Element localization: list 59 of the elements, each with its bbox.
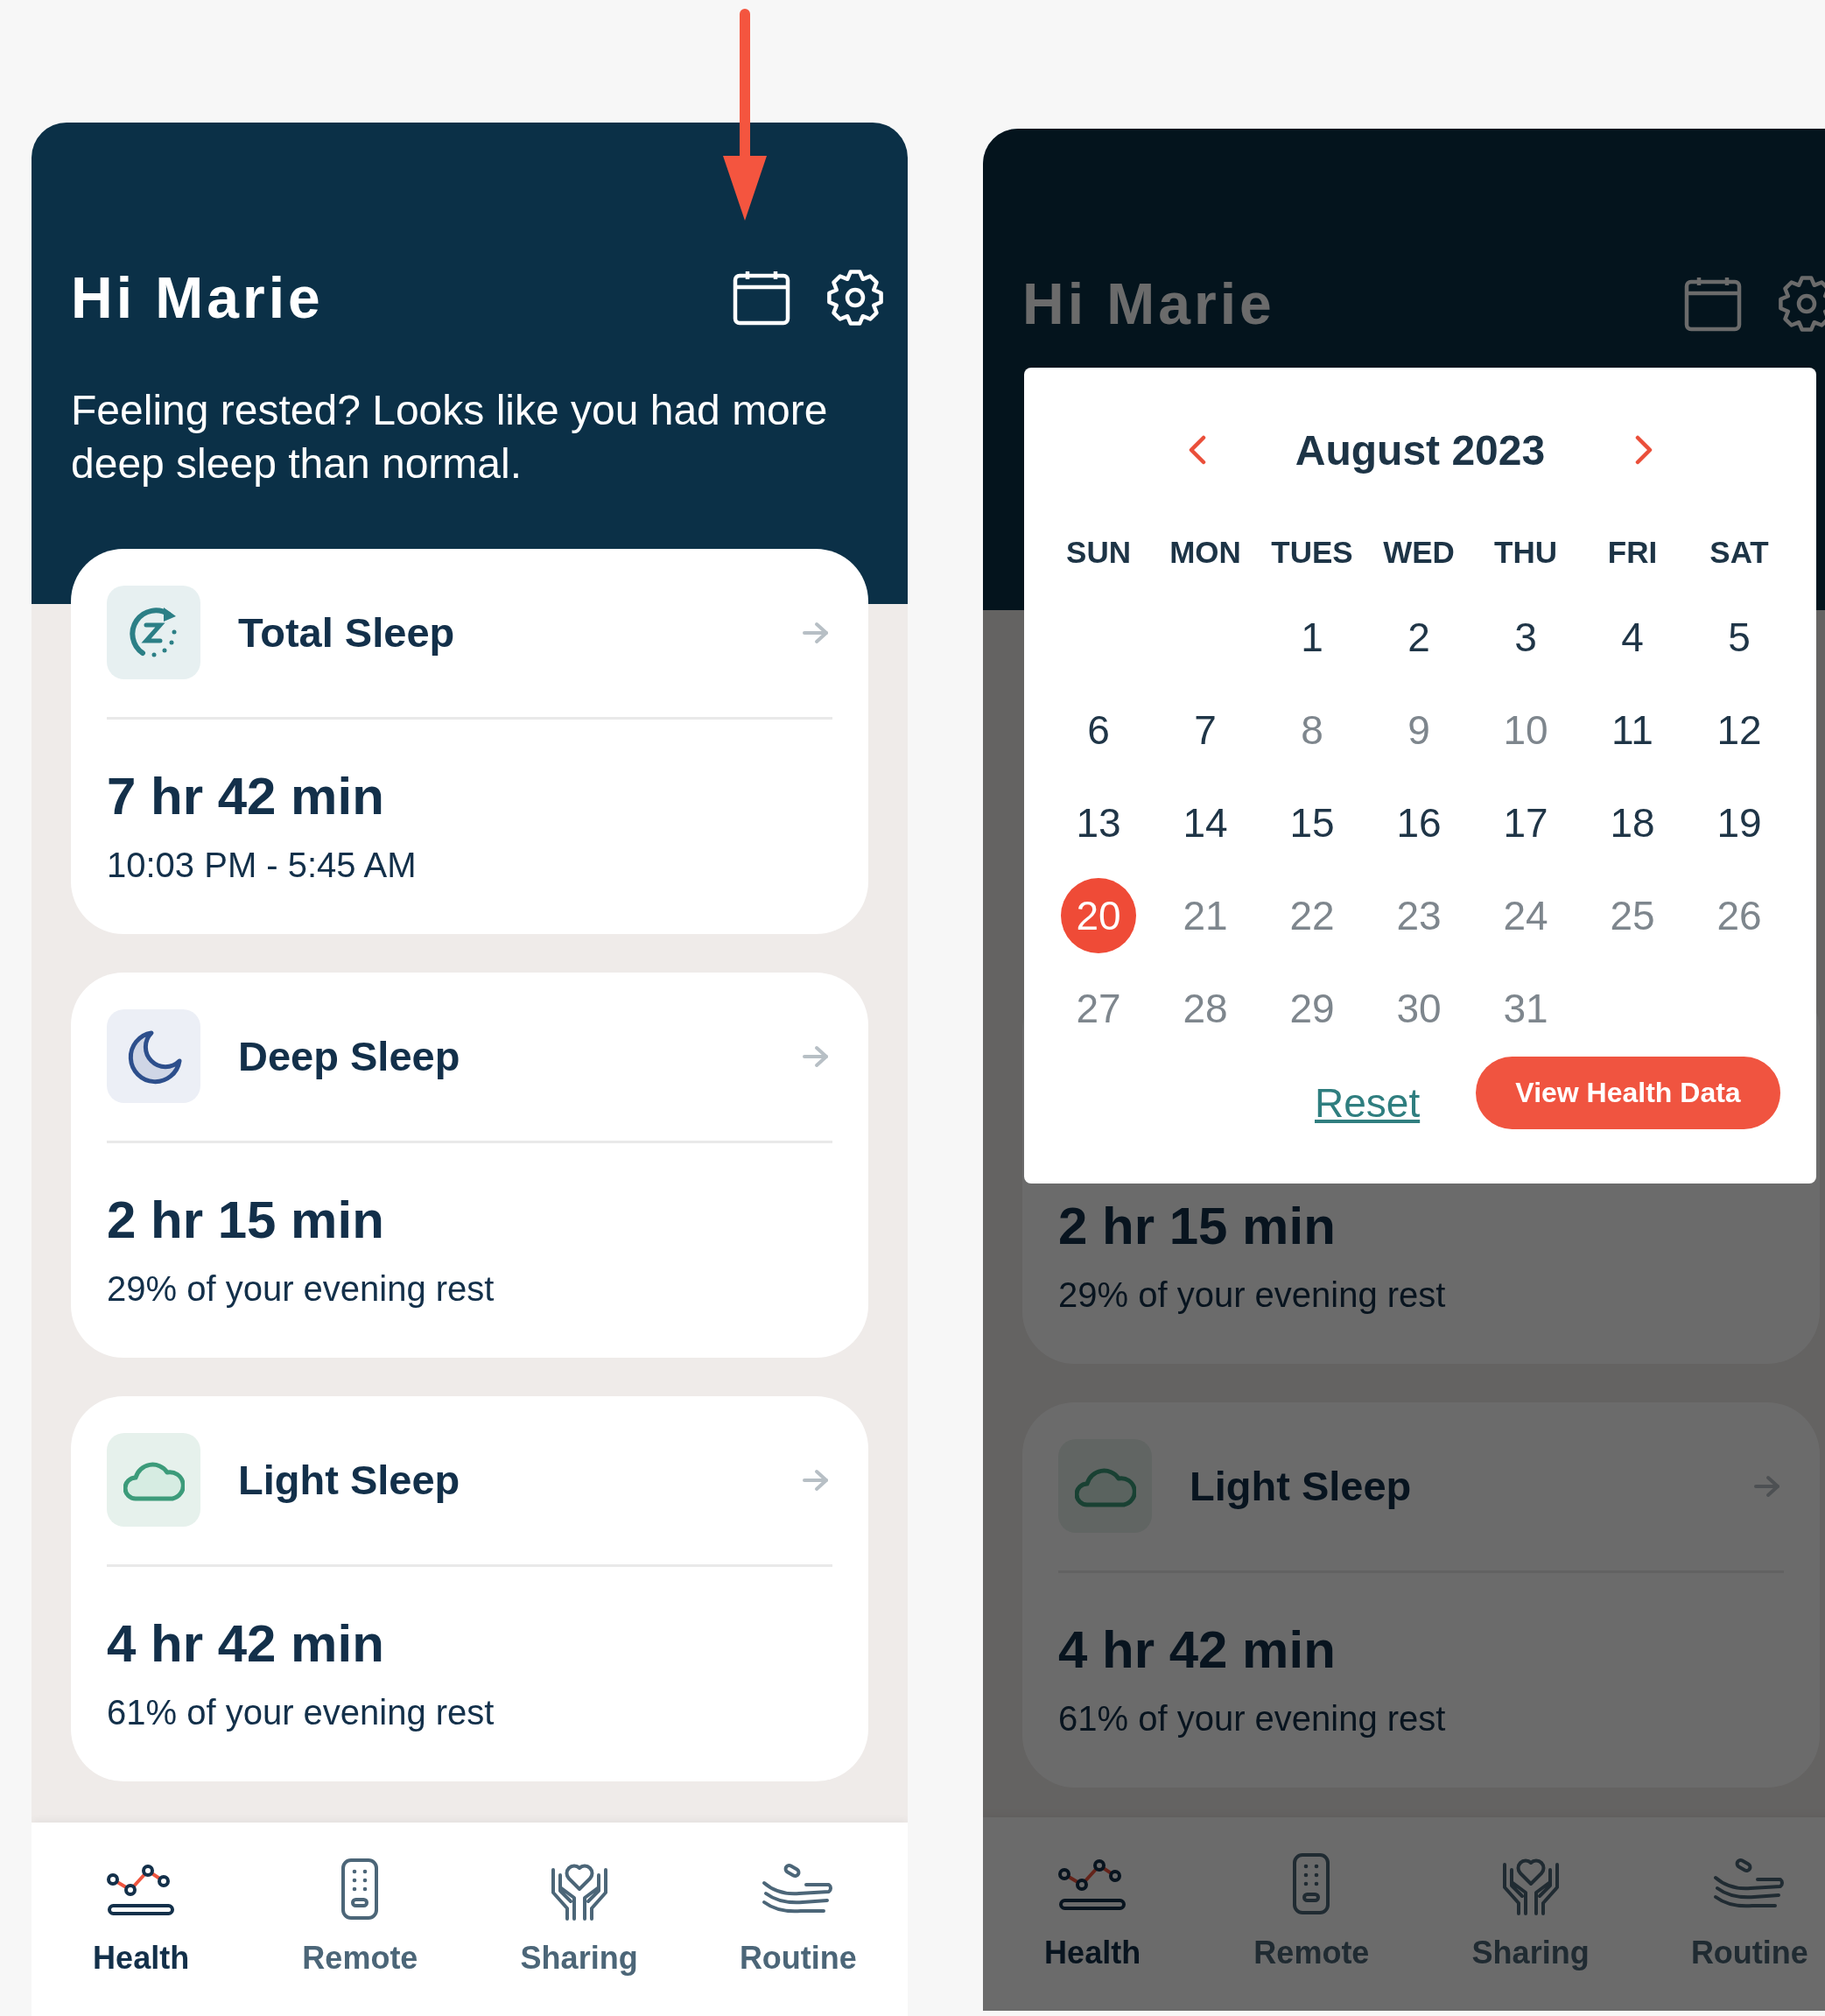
duration-detail: 61% of your evening rest [107, 1692, 495, 1733]
sleep-card[interactable]: Deep Sleep 2 hr 15 min 29% of your evening rest [71, 973, 868, 1358]
calendar-day[interactable]: 13 [1061, 785, 1136, 860]
calendar-button[interactable] [733, 270, 790, 326]
weekday-label: MON [1169, 534, 1242, 571]
month-title: August 2023 [1294, 425, 1547, 474]
duration-detail: 29% of your evening rest [1058, 1275, 1447, 1316]
calendar-day[interactable]: 11 [1595, 692, 1670, 768]
card-title: Light Sleep [1190, 1462, 1413, 1510]
view-health-data-button[interactable]: View Health Data [1476, 1057, 1780, 1129]
calendar-day[interactable]: 5 [1702, 600, 1777, 675]
weekday-label: THU [1493, 534, 1558, 571]
calendar-day[interactable]: 12 [1702, 692, 1777, 768]
calendar-day[interactable]: 7 [1168, 692, 1243, 768]
duration-detail: 29% of your evening rest [107, 1268, 495, 1310]
duration-value: 2 hr 15 min [1058, 1196, 1337, 1257]
remote-icon [340, 1858, 380, 1921]
calendar-day[interactable]: 17 [1488, 785, 1563, 860]
calendar-day[interactable]: 3 [1488, 600, 1563, 675]
duration-detail: 10:03 PM - 5:45 AM [107, 845, 418, 886]
sleep-card[interactable]: Light Sleep 4 hr 42 min 61% of your evening rest [71, 1396, 868, 1781]
calendar-day[interactable]: 19 [1702, 785, 1777, 860]
sleep-card[interactable]: Total Sleep 7 hr 42 min 10:03 PM - 5:45 AM [71, 549, 868, 934]
weekday-label: WED [1382, 534, 1456, 571]
weekday-label: SAT [1709, 534, 1770, 571]
duration-detail: 61% of your evening rest [1058, 1698, 1447, 1739]
sleep-card[interactable]: Light Sleep 4 hr 42 min 61% of your evening rest [1022, 1402, 1820, 1788]
chevron-icon [1188, 435, 1206, 465]
settings-button[interactable] [826, 269, 884, 327]
calendar-day[interactable]: 6 [1061, 692, 1136, 768]
nav-tab[interactable]: Routine [688, 1823, 908, 2016]
calendar-day[interactable]: 14 [1168, 785, 1243, 860]
weekday-label: FRI [1606, 534, 1659, 571]
calendar-day[interactable]: 15 [1274, 785, 1350, 860]
duration-value: 2 hr 15 min [107, 1190, 385, 1251]
calendar-day[interactable]: 2 [1381, 600, 1456, 675]
calendar-day[interactable]: 18 [1595, 785, 1670, 860]
calendar-day[interactable]: 1 [1274, 600, 1350, 675]
weekday-label: SUN [1065, 534, 1132, 571]
card-title: Light Sleep [238, 1456, 461, 1504]
calendar-day[interactable]: 20 [1061, 878, 1136, 953]
reset-link[interactable]: Reset [1315, 1078, 1421, 1127]
chevron-icon [1634, 435, 1653, 465]
greeting-title: Hi Marie [71, 264, 325, 331]
nav-tab[interactable]: Health [983, 1817, 1203, 2011]
nav-tab[interactable]: Sharing [469, 1823, 689, 2016]
greeting-title: Hi Marie [1022, 270, 1276, 337]
nav-tab[interactable]: Health [32, 1823, 251, 2016]
duration-value: 7 hr 42 min [107, 766, 385, 827]
duration-value: 4 hr 42 min [1058, 1619, 1337, 1681]
remote-icon [1292, 1852, 1331, 1915]
calendar-day[interactable]: 16 [1381, 785, 1456, 860]
card-title: Total Sleep [238, 608, 456, 657]
weekday-label: TUES [1270, 534, 1354, 571]
duration-value: 4 hr 42 min [107, 1613, 385, 1675]
nav-tab[interactable]: Remote [250, 1823, 470, 2016]
card-title: Deep Sleep [238, 1032, 461, 1080]
greeting-message: Feeling rested? Looks like you had more deep sleep than normal. [71, 386, 829, 488]
calendar-day[interactable]: 4 [1595, 600, 1670, 675]
